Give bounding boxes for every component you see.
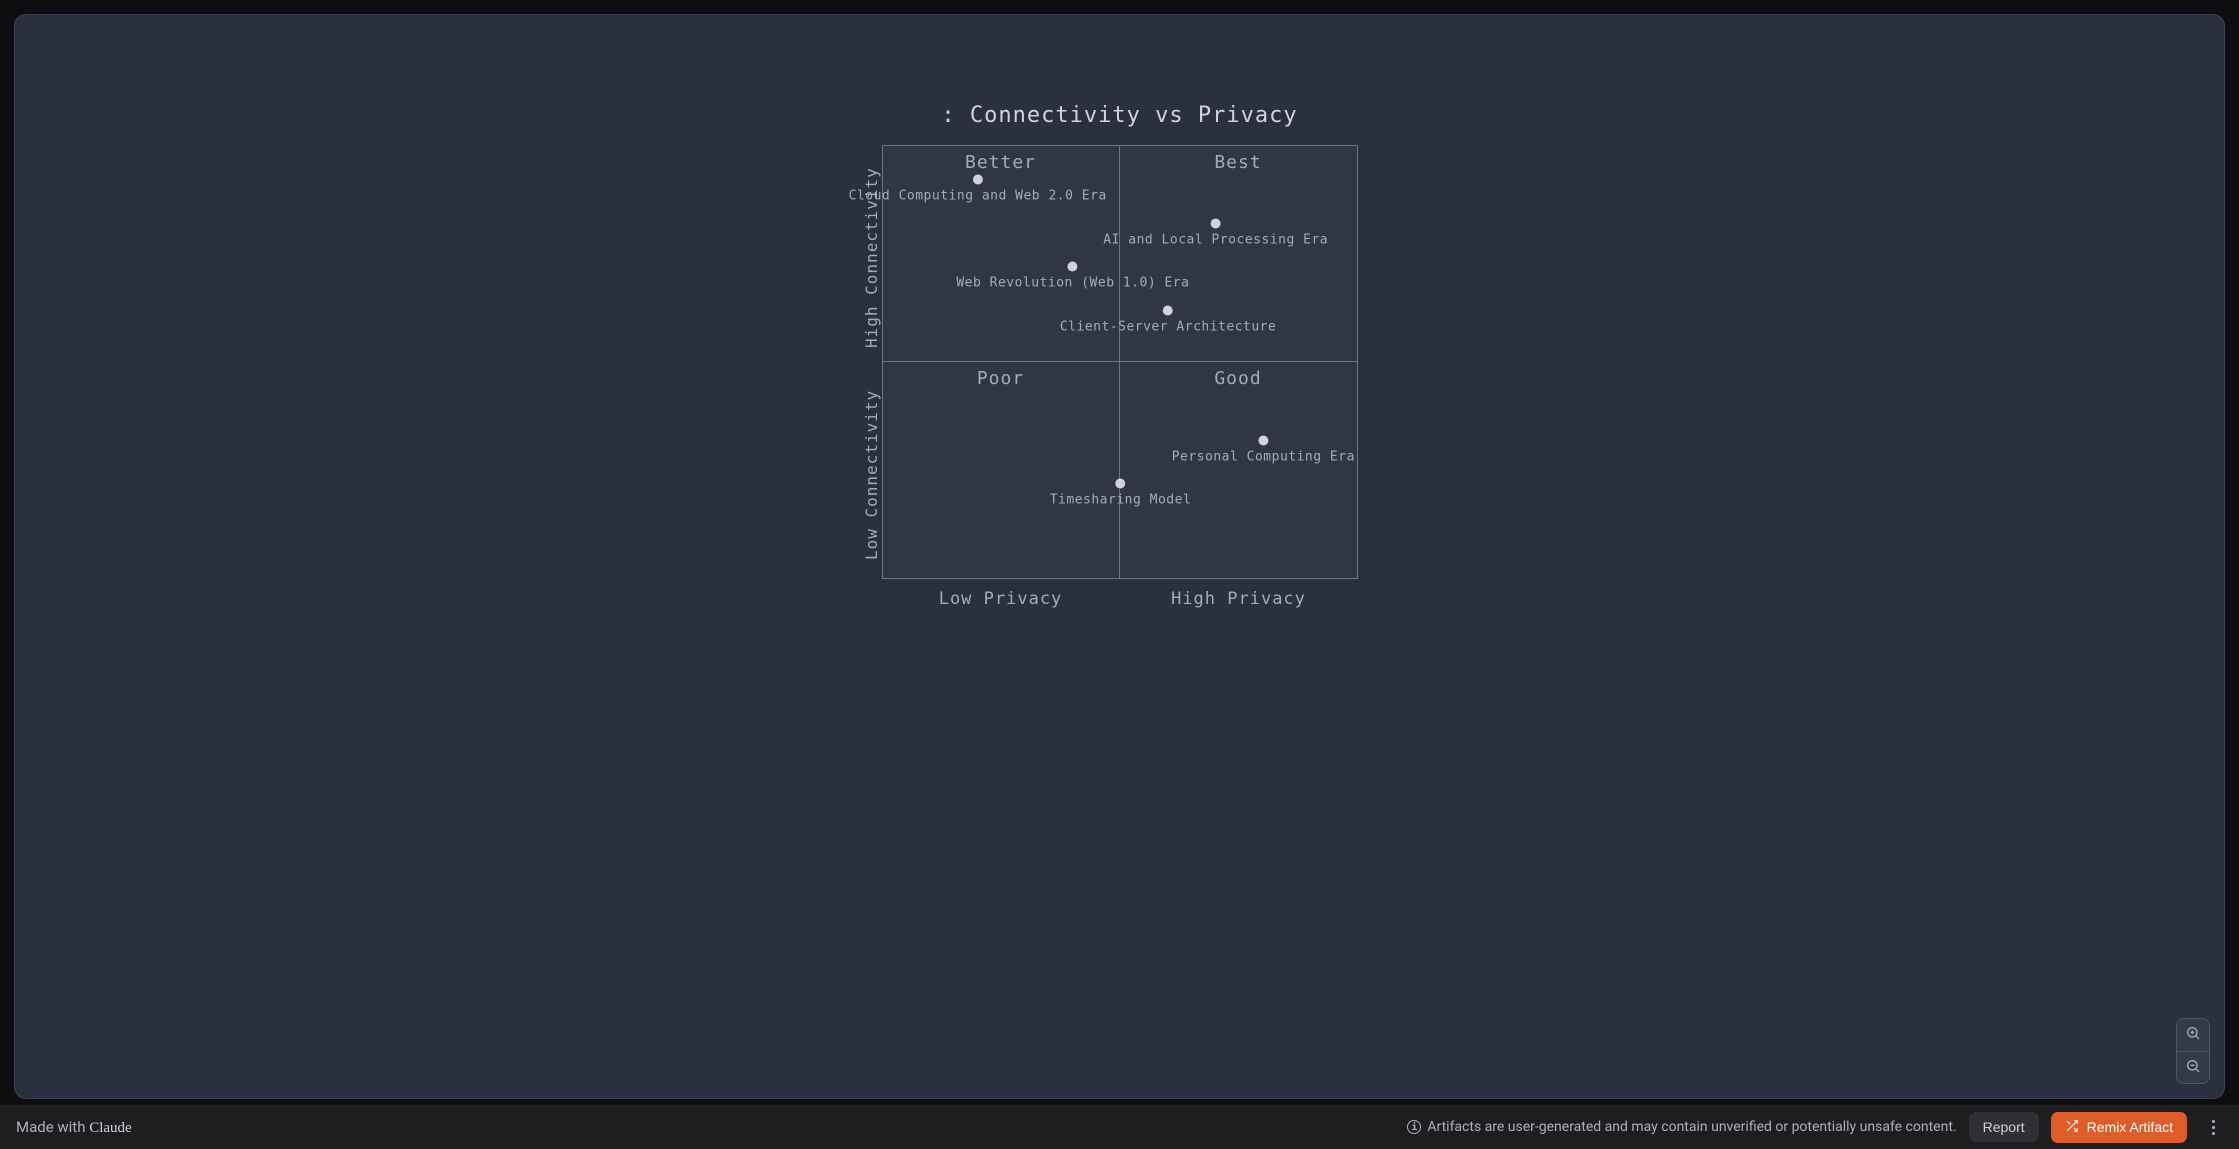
remix-button[interactable]: Remix Artifact bbox=[2051, 1112, 2187, 1143]
zoom-in-button[interactable] bbox=[2177, 1019, 2209, 1051]
remix-label: Remix Artifact bbox=[2087, 1119, 2173, 1135]
artifact-viewport: : Connectivity vs Privacy Better Best Po… bbox=[14, 14, 2225, 1099]
quadrant-chart: : Connectivity vs Privacy Better Best Po… bbox=[882, 145, 1358, 579]
quad-label-poor: Poor bbox=[883, 362, 1119, 389]
zoom-controls bbox=[2176, 1018, 2210, 1084]
chart-canvas: : Connectivity vs Privacy Better Best Po… bbox=[15, 15, 2224, 1098]
chart-title: : Connectivity vs Privacy bbox=[941, 103, 1297, 128]
quad-label-good: Good bbox=[1120, 362, 1357, 389]
report-button[interactable]: Report bbox=[1969, 1112, 2039, 1142]
quadrant-bottom-left: Poor bbox=[883, 362, 1120, 578]
brand-prefix: Made with bbox=[16, 1118, 89, 1136]
more-menu-button[interactable] bbox=[2203, 1117, 2223, 1137]
quadrant-grid: Better Best Poor Good Cloud Computing an… bbox=[882, 145, 1358, 579]
disclaimer: i Artifacts are user-generated and may c… bbox=[1407, 1119, 1956, 1135]
quad-label-best: Best bbox=[1120, 146, 1357, 173]
quadrant-top-left: Better bbox=[883, 146, 1120, 362]
info-icon: i bbox=[1407, 1120, 1421, 1134]
quadrant-bottom-right: Good bbox=[1120, 362, 1357, 578]
report-label: Report bbox=[1983, 1119, 2025, 1135]
app-frame: : Connectivity vs Privacy Better Best Po… bbox=[0, 0, 2239, 1105]
zoom-out-icon bbox=[2185, 1058, 2201, 1078]
quad-label-better: Better bbox=[883, 146, 1119, 173]
zoom-out-button[interactable] bbox=[2177, 1051, 2209, 1083]
zoom-in-icon bbox=[2185, 1025, 2201, 1045]
quadrant-top-right: Best bbox=[1120, 146, 1357, 362]
x-axis-label-low: Low Privacy bbox=[882, 589, 1120, 609]
footer-bar: Made with Claude i Artifacts are user-ge… bbox=[0, 1105, 2239, 1149]
y-axis-label-low: Low Connectivity bbox=[862, 370, 881, 579]
brand-name: Claude bbox=[89, 1120, 132, 1136]
brand-label: Made with Claude bbox=[16, 1118, 132, 1137]
y-axis-label-high: High Connectivity bbox=[862, 153, 881, 362]
x-axis-label-high: High Privacy bbox=[1120, 589, 1358, 609]
shuffle-icon bbox=[2065, 1119, 2079, 1136]
disclaimer-text: Artifacts are user-generated and may con… bbox=[1427, 1119, 1956, 1135]
